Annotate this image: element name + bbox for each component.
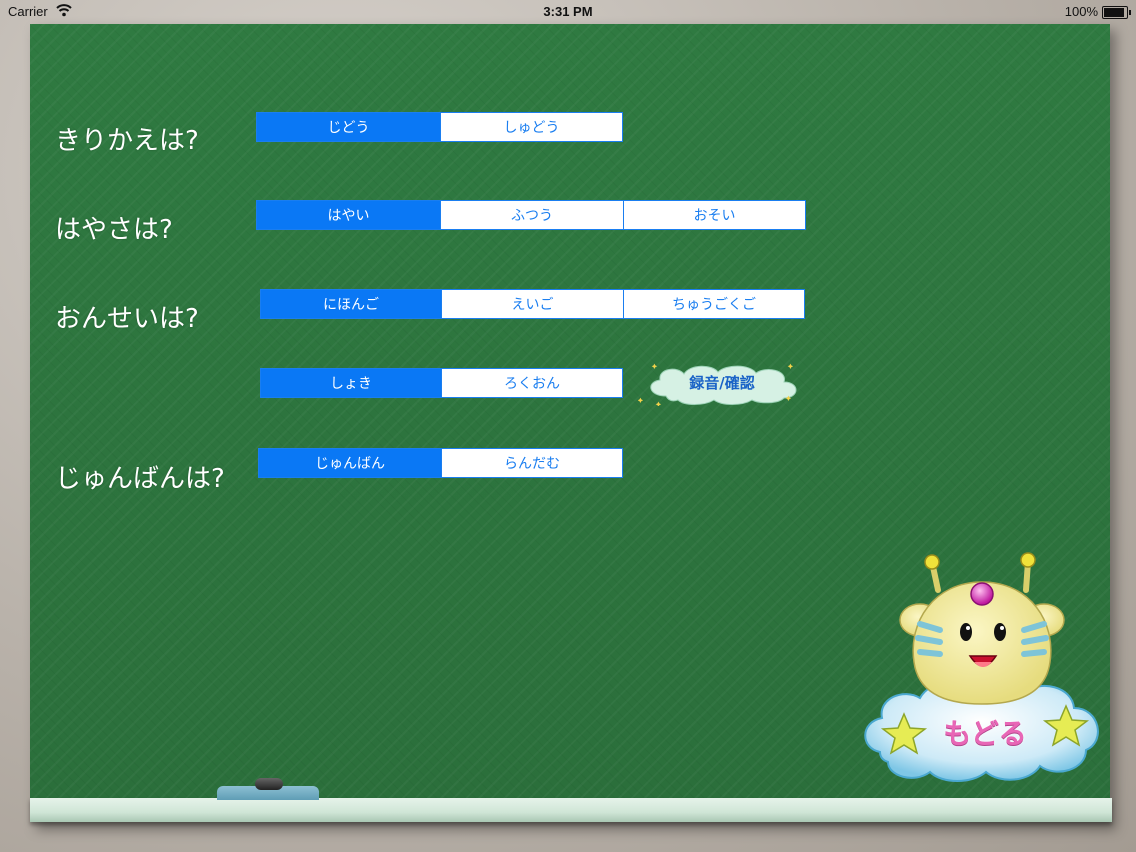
voice-source-default-option[interactable]: しょき [261, 369, 441, 397]
eraser-handle [255, 778, 283, 790]
status-time: 3:31 PM [543, 4, 593, 19]
voice-segmented: にほんご えいご ちゅうごくご [260, 289, 805, 319]
voice-label: おんせいは? [55, 304, 199, 334]
order-label: じゅんばんは? [55, 464, 225, 494]
speed-normal-option[interactable]: ふつう [440, 201, 623, 229]
switch-mode-manual-option[interactable]: しゅどう [440, 113, 622, 141]
record-confirm-label: 録音/確認 [689, 374, 755, 392]
battery-icon [1102, 6, 1131, 19]
order-segmented: じゅんばん らんだむ [258, 448, 623, 478]
switch-mode-label: きりかえは? [55, 126, 199, 156]
order-random-option[interactable]: らんだむ [441, 449, 622, 477]
switch-mode-segmented: じどう しゅどう [256, 112, 623, 142]
voice-chinese-option[interactable]: ちゅうごくご [623, 290, 804, 318]
chalk-ledge [30, 798, 1112, 822]
mascot-cat-icon [864, 552, 1099, 782]
record-confirm-button[interactable]: 録音/確認 [637, 360, 806, 407]
voice-japanese-option[interactable]: にほんご [261, 290, 441, 318]
order-sequential-option[interactable]: じゅんばん [259, 449, 441, 477]
battery-percent: 100% [1064, 4, 1098, 19]
voice-english-option[interactable]: えいご [441, 290, 623, 318]
voice-source-recorded-option[interactable]: ろくおん [441, 369, 622, 397]
speed-segmented: はやい ふつう おそい [256, 200, 806, 230]
back-label: もどる [943, 717, 1027, 750]
back-button[interactable]: もどる [860, 552, 1110, 792]
speed-label: はやさは? [55, 215, 173, 245]
voice-source-segmented: しょき ろくおん [260, 368, 623, 398]
status-bar: Carrier 3:31 PM 100% [0, 0, 1136, 24]
speed-slow-option[interactable]: おそい [623, 201, 805, 229]
speed-fast-option[interactable]: はやい [257, 201, 440, 229]
switch-mode-auto-option[interactable]: じどう [257, 113, 440, 141]
